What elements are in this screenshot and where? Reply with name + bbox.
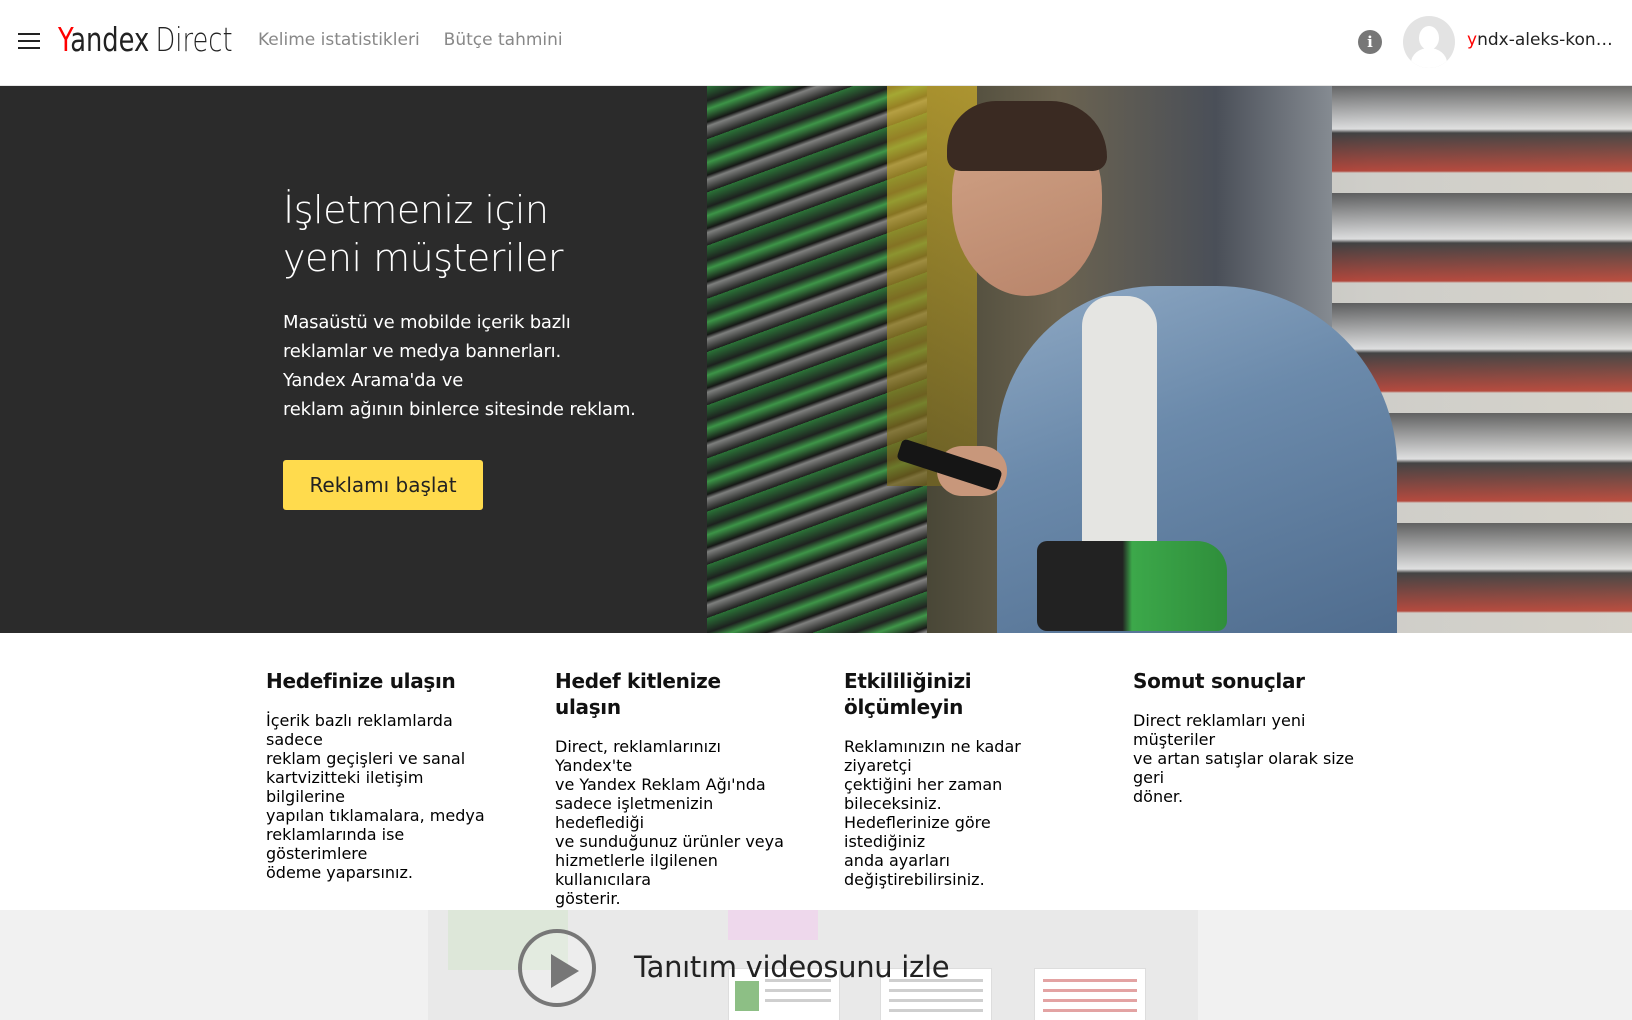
features-section: Hedefinize ulaşın İçerik bazlı reklamlar… <box>266 668 1376 908</box>
feature-title: Somut sonuçlar <box>1133 669 1305 693</box>
feature-reach-audience: Hedef kitlenize ulaşın Direct, reklamları… <box>555 669 784 908</box>
feature-title: Hedefinize ulaşın <box>266 669 456 693</box>
hero-title: İşletmeniz için yeni müşteriler <box>283 188 564 280</box>
info-icon[interactable]: i <box>1358 30 1382 54</box>
play-icon[interactable] <box>518 929 596 1007</box>
hero-description: Masaüstü ve mobilde içerik bazlı reklaml… <box>283 312 636 420</box>
logo-direct: Direct <box>155 20 233 59</box>
watch-promo-video-link[interactable]: Tanıtım videosunu izle <box>634 950 950 984</box>
feature-concrete-results: Somut sonuçlar Direct reklamları yeni mü… <box>1133 668 1363 806</box>
hero-section: İşletmeniz için yeni müşteriler Masaüstü… <box>0 86 1632 633</box>
nav-link-keyword-stats[interactable]: Kelime istatistikleri <box>258 30 420 50</box>
username-first-letter: y <box>1467 30 1478 50</box>
hamburger-menu-icon[interactable] <box>18 31 40 51</box>
username-link[interactable]: yndx-aleks-kons... <box>1467 30 1617 50</box>
promo-video-banner[interactable]: Tanıtım videosunu izle <box>428 910 1198 1020</box>
ad-preview-thumbnail <box>1034 968 1146 1020</box>
start-ad-button[interactable]: Reklamı başlat <box>283 460 483 510</box>
yandex-direct-logo[interactable]: Yandex Direct <box>58 20 233 59</box>
top-header: Yandex Direct Kelime istatistikleri Bütçe… <box>0 0 1632 86</box>
feature-title: Etkililiğinizi ölçümleyin <box>844 669 972 719</box>
user-avatar[interactable] <box>1403 16 1455 68</box>
username-rest: ndx-aleks-kons... <box>1477 30 1617 50</box>
nav-link-budget-forecast[interactable]: Bütçe tahmini <box>444 30 563 50</box>
feature-title: Hedef kitlenize ulaşın <box>555 669 721 719</box>
hero-photo <box>707 86 1632 633</box>
top-nav: Kelime istatistikleri Bütçe tahmini <box>258 30 563 50</box>
logo-y: Y <box>58 20 71 59</box>
hero-text-panel: İşletmeniz için yeni müşteriler Masaüstü… <box>0 86 707 633</box>
feature-measure-effectiveness: Etkililiğinizi ölçümleyin Reklamınızın ne… <box>844 668 1074 889</box>
video-section: Tanıtım videosunu izle <box>0 910 1632 1020</box>
feature-reach-goals: Hedefinize ulaşın İçerik bazlı reklamlar… <box>266 668 496 882</box>
logo-andex: andex <box>70 20 150 59</box>
